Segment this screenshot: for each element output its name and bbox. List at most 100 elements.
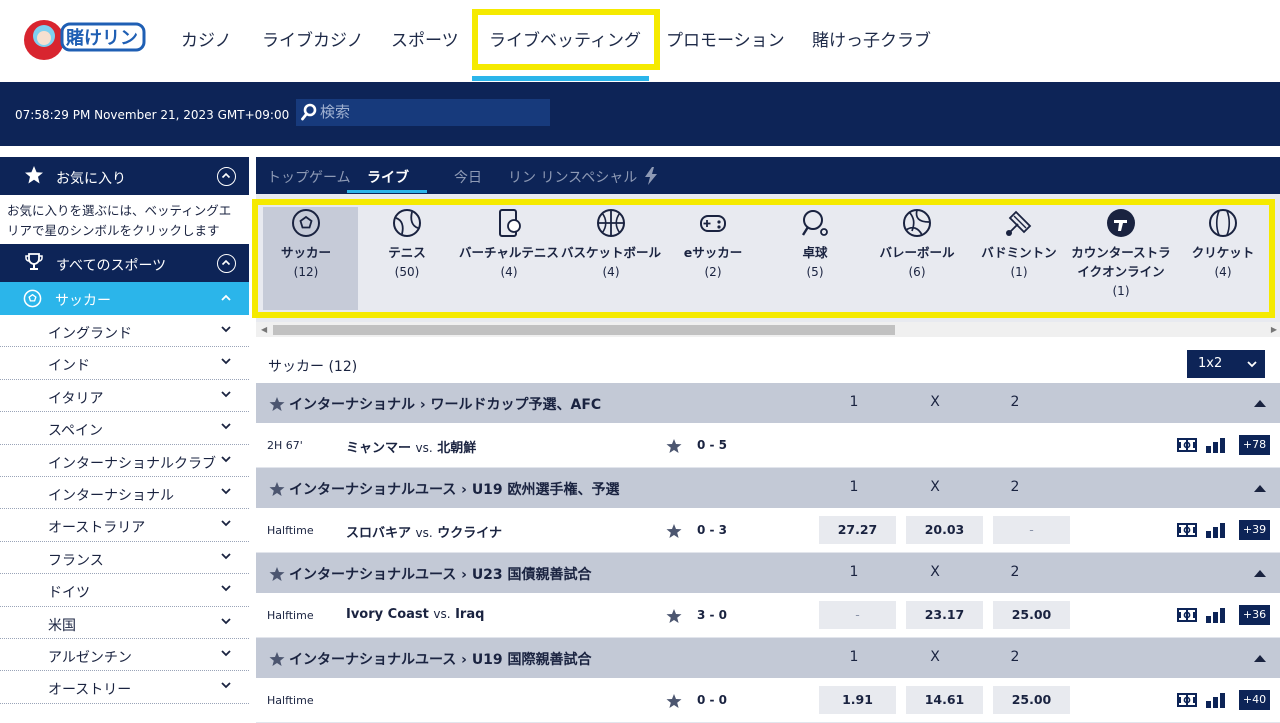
match-row[interactable]: Halftime スロバキア vs. ウクライナ 0 - 3 27.27 20.03- +… (256, 508, 1280, 553)
odds-button[interactable]: - (993, 516, 1070, 544)
more-markets-button[interactable]: +40 (1239, 690, 1270, 710)
sidebar-item-country[interactable]: インターナショナル (0, 477, 249, 510)
odds-column-header: 2 (1010, 649, 1020, 665)
odds-button[interactable]: 27.27 (819, 516, 896, 544)
sidebar-item-country[interactable]: インド (0, 347, 249, 380)
sidebar-item-label: イングランド (48, 326, 132, 342)
odds-button[interactable]: - (819, 601, 896, 629)
favorite-star-icon[interactable] (666, 438, 682, 454)
all-sports-header[interactable]: すべてのスポーツ (0, 244, 249, 282)
stats-icon[interactable] (1206, 692, 1226, 708)
nav-sports[interactable]: スポーツ (391, 26, 459, 51)
field-icon[interactable] (1177, 523, 1197, 537)
match-time: Halftime (267, 694, 314, 707)
nav-live-casino[interactable]: ライブカジノ (262, 26, 364, 51)
star-icon (269, 567, 285, 581)
match-teams[interactable]: Ivory Coast vs. Iraq (346, 607, 484, 622)
league-header[interactable]: インターナショナルユース › U19 欧州選手権、予選 1 X 2 (256, 468, 1280, 508)
match-teams[interactable]: ミャンマー vs. 北朝鮮 (346, 437, 476, 456)
more-markets-button[interactable]: +36 (1239, 605, 1270, 625)
match-row[interactable]: Halftime 0 - 0 1.91 14.61 25.00 +40 (256, 678, 1280, 723)
tab-top-games[interactable]: トップゲーム (267, 167, 351, 187)
away-team: 北朝鮮 (437, 441, 477, 456)
field-icon[interactable] (1177, 608, 1197, 622)
highlight-box (472, 9, 660, 70)
odds-column-header: 2 (1010, 564, 1020, 580)
sidebar-item-label: オーストラリア (48, 520, 146, 537)
sidebar-item-country[interactable]: 米国 (0, 607, 249, 639)
tab-live[interactable]: ライブ (367, 167, 409, 187)
vs-label: vs. (415, 441, 433, 455)
collapse-icon (1254, 485, 1266, 492)
odds-button[interactable]: 25.00 (993, 601, 1070, 629)
league-header[interactable]: インターナショナルユース › U19 国際親善試合 1 X 2 (256, 638, 1280, 678)
country-list: イングランド インドイタリア スペイン インターナショナルクラブ インターナショナルオー… (0, 315, 249, 704)
sidebar-item-country[interactable]: ドイツ (0, 574, 249, 607)
logo[interactable]: 賭けリン (22, 14, 146, 66)
trophy-icon (25, 253, 43, 270)
sidebar-item-country[interactable]: イングランド (0, 315, 249, 348)
tab-today[interactable]: 今日 (454, 167, 482, 187)
collapse-icon[interactable] (217, 167, 236, 186)
info-bar: 07:58:29 PM November 21, 2023 GMT+09:00 (0, 82, 1280, 146)
stats-icon[interactable] (1206, 522, 1226, 538)
sidebar-item-country[interactable]: インターナショナルクラブ (0, 445, 249, 477)
clock: 07:58:29 PM November 21, 2023 GMT+09:00 (15, 108, 290, 122)
league-header[interactable]: インターナショナル › ワールドカップ予選、AFC 1 X 2 (256, 383, 1280, 423)
more-markets-button[interactable]: +78 (1239, 435, 1270, 455)
sidebar-item-country[interactable]: フランス (0, 542, 249, 575)
odds-column-header: 1 (849, 649, 859, 665)
tab-special[interactable]: リン リンスペシャル (508, 167, 658, 187)
lightning-icon (644, 167, 657, 185)
tab-label: リン リンスペシャル (508, 170, 638, 186)
tab-active-underline (347, 190, 427, 193)
favorites-header[interactable]: お気に入り (0, 157, 249, 195)
favorite-star-icon[interactable] (666, 608, 682, 624)
field-icon[interactable] (1177, 693, 1197, 707)
star-icon (25, 166, 43, 184)
match-teams[interactable]: スロバキア vs. ウクライナ (346, 522, 502, 541)
odds-button[interactable]: 25.00 (993, 686, 1070, 714)
sidebar-item-country[interactable]: スペイン (0, 412, 249, 445)
match-row[interactable]: Halftime Ivory Coast vs. Iraq 3 - 0 -23.17 2… (256, 593, 1280, 638)
odds-button[interactable]: 20.03 (906, 516, 983, 544)
sidebar-item-country[interactable]: オーストラリア (0, 509, 249, 542)
list-header: サッカー (12) 1x2 (256, 347, 1280, 383)
odds-button[interactable]: 23.17 (906, 601, 983, 629)
nav-promotions[interactable]: プロモーション (666, 26, 785, 51)
search-input[interactable] (320, 101, 540, 123)
chevron-down-icon (221, 326, 231, 333)
odds-column-header: X (930, 394, 940, 410)
collapse-icon[interactable] (217, 254, 236, 273)
odds-button[interactable]: 14.61 (906, 686, 983, 714)
chevron-down-icon (221, 585, 231, 592)
home-team: ミャンマー (346, 441, 412, 456)
league-header[interactable]: インターナショナルユース › U23 国債親善試合 1 X 2 (256, 553, 1280, 593)
odds-button[interactable]: 1.91 (819, 686, 896, 714)
sidebar-item-label: インド (48, 358, 90, 375)
stats-icon[interactable] (1206, 607, 1226, 623)
sidebar-item-country[interactable]: アルゼンチン (0, 639, 249, 672)
market-select[interactable]: 1x2 (1187, 350, 1265, 378)
match-row[interactable]: 2H 67' ミャンマー vs. 北朝鮮 0 - 5 +78 (256, 423, 1280, 468)
sidebar-item-country[interactable]: イタリア (0, 380, 249, 413)
search-box[interactable] (296, 99, 550, 126)
favorite-star-icon[interactable] (666, 523, 682, 539)
horizontal-scrollbar[interactable]: ◀ ▶ (256, 322, 1280, 337)
favorites-title: お気に入り (56, 171, 126, 187)
match-time: Halftime (267, 609, 314, 622)
stats-icon[interactable] (1206, 437, 1226, 453)
search-icon (301, 103, 317, 121)
scroll-right-icon[interactable]: ▶ (1271, 325, 1277, 334)
field-icon[interactable] (1177, 438, 1197, 452)
nav-club[interactable]: 賭けっ子クラブ (812, 26, 931, 51)
highlight-box (252, 199, 1275, 318)
favorite-star-icon[interactable] (666, 693, 682, 709)
scroll-thumb[interactable] (273, 325, 895, 335)
sidebar-item-soccer[interactable]: サッカー (0, 282, 249, 315)
more-markets-button[interactable]: +39 (1239, 520, 1270, 540)
nav-casino[interactable]: カジノ (181, 26, 232, 51)
scroll-left-icon[interactable]: ◀ (261, 325, 267, 334)
chevron-down-icon (221, 391, 231, 398)
away-team: ウクライナ (437, 526, 502, 541)
